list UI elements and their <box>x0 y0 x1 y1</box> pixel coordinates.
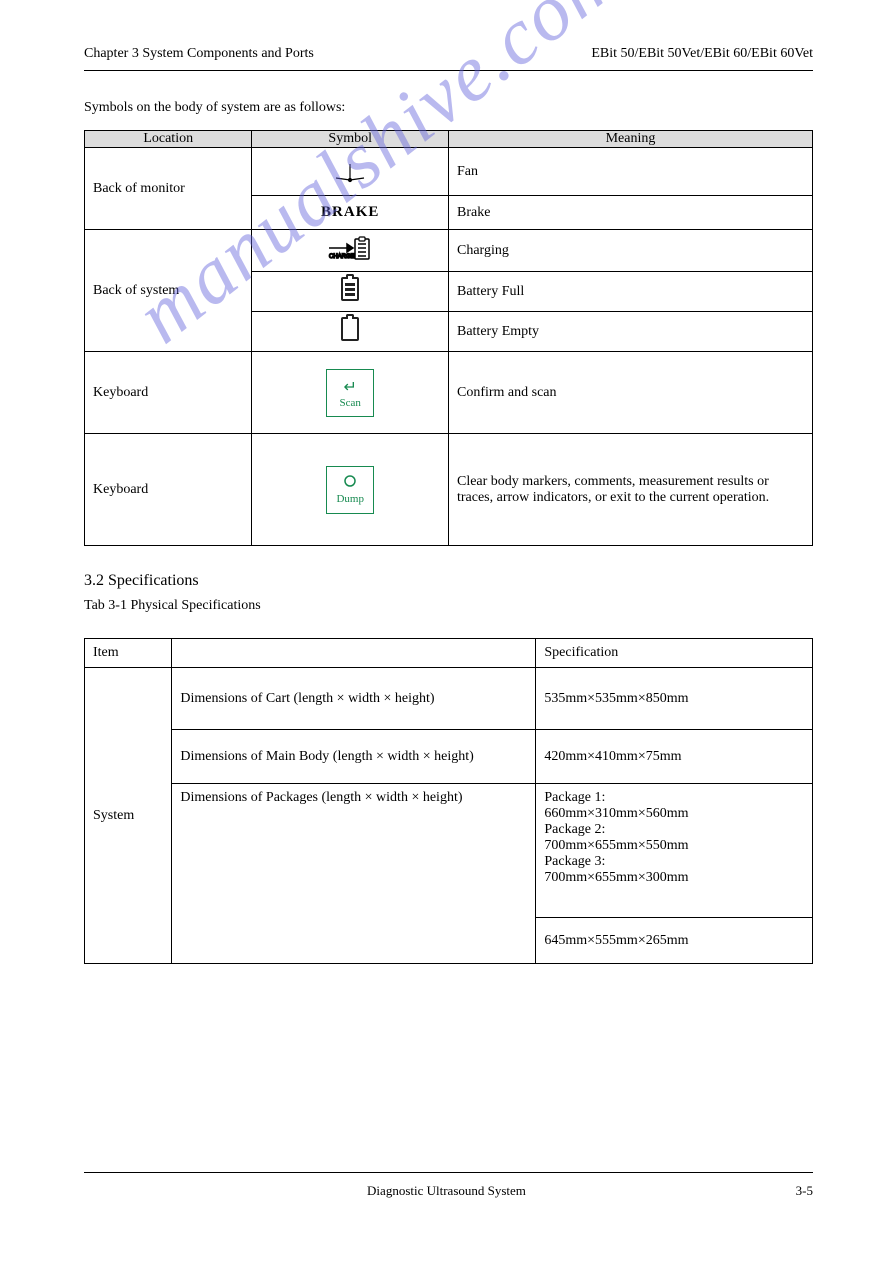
cell-value: 420mm×410mm×75mm <box>536 730 813 784</box>
cell-symbol: ↵ Scan <box>252 352 449 434</box>
running-header-left: Chapter 3 System Components and Ports <box>84 46 314 62</box>
table-header: Meaning <box>448 131 812 148</box>
propeller-icon <box>330 154 370 189</box>
clipboard-full-icon <box>341 277 359 301</box>
footer-center: Diagnostic Ultrasound System <box>0 1183 893 1199</box>
cell-value: Package 1: 660mm×310mm×560mm Package 2: … <box>536 784 813 918</box>
cell-desc: Confirm and scan <box>448 352 812 434</box>
cell-label: Dimensions of Cart (length × width × hei… <box>172 668 536 730</box>
cell-location: Back of system <box>85 230 252 352</box>
icon-caption: Dump <box>336 493 364 505</box>
svg-text:CHARGE: CHARGE <box>329 254 355 260</box>
cell-location: Keyboard <box>85 434 252 546</box>
dump-button-icon: Dump <box>326 466 374 514</box>
table-header: Location <box>85 131 252 148</box>
scan-button-icon: ↵ Scan <box>326 369 374 417</box>
charge-arrow-clipboard-icon: CHARGE <box>325 234 375 267</box>
cell-group: System <box>85 668 172 964</box>
table-header: Symbol <box>252 131 449 148</box>
cell-value: 645mm×555mm×265mm <box>536 918 813 964</box>
cell-location: Keyboard <box>85 352 252 434</box>
cell-desc: Clear body markers, comments, measuremen… <box>448 434 812 546</box>
spec-intro: Tab 3-1 Physical Specifications <box>84 598 813 614</box>
cell-location: Back of monitor <box>85 148 252 230</box>
circle-icon <box>343 474 357 493</box>
table-header: Item <box>85 639 172 668</box>
brake-label-icon: BRAKE <box>321 204 379 220</box>
section-title-specs: 3.2 Specifications <box>84 572 813 590</box>
header-rule <box>84 70 813 71</box>
cell-symbol: Dump <box>252 434 449 546</box>
icon-caption: Scan <box>340 397 361 409</box>
cell-label: Dimensions of Main Body (length × width … <box>172 730 536 784</box>
clipboard-empty-icon <box>341 317 359 341</box>
table-header: Specification <box>536 639 813 668</box>
running-header-right: EBit 50/EBit 50Vet/EBit 60/EBit 60Vet <box>591 46 813 62</box>
table-header <box>172 639 536 668</box>
section-title-symbols: Symbols on the body of system are as fol… <box>84 100 813 116</box>
specs-table: Item Specification System Dimensions of … <box>84 638 813 964</box>
cell-symbol: BRAKE <box>252 196 449 230</box>
cell-symbol <box>252 148 449 196</box>
footer-rule <box>84 1172 813 1173</box>
cell-desc: Fan <box>448 148 812 196</box>
footer-right: 3-5 <box>796 1183 813 1199</box>
cell-symbol <box>252 272 449 312</box>
cell-symbol <box>252 312 449 352</box>
cell-symbol: CHARGE <box>252 230 449 272</box>
cell-desc: Brake <box>448 196 812 230</box>
cell-desc: Battery Empty <box>448 312 812 352</box>
cell-value: 535mm×535mm×850mm <box>536 668 813 730</box>
symbols-table: Location Symbol Meaning Back of monitor … <box>84 130 813 546</box>
cell-desc: Battery Full <box>448 272 812 312</box>
cell-label: Dimensions of Packages (length × width ×… <box>172 784 536 964</box>
enter-arrow-icon: ↵ <box>344 377 357 397</box>
cell-desc: Charging <box>448 230 812 272</box>
